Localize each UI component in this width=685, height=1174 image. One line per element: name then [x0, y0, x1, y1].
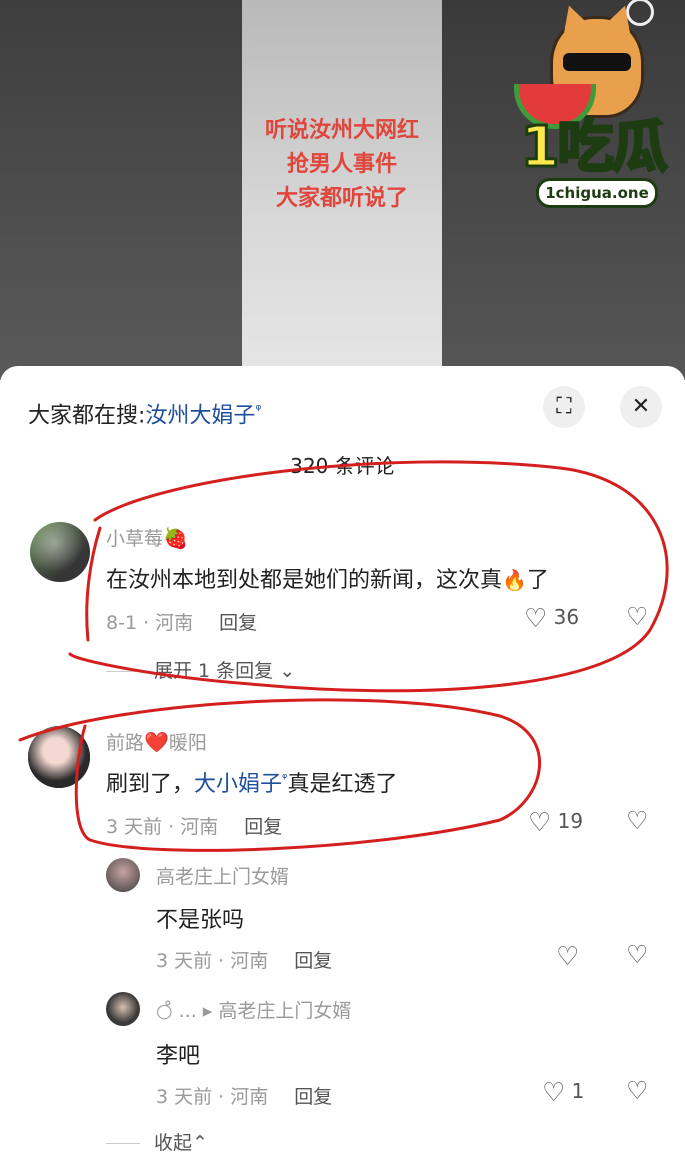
broken-heart-icon: ♡: [626, 806, 649, 835]
search-link[interactable]: 大小娟子: [194, 772, 282, 797]
reply-button[interactable]: 回复: [294, 1086, 332, 1108]
comment-username[interactable]: 小草莓🍓: [106, 524, 188, 551]
like-count: 1: [571, 1079, 585, 1103]
avatar[interactable]: [30, 522, 90, 582]
like-button[interactable]: ♡: [556, 942, 579, 972]
logo-text: 1吃瓜: [519, 115, 669, 180]
like-button[interactable]: ♡ 1: [542, 1078, 584, 1108]
avatar[interactable]: [106, 992, 140, 1026]
close-button[interactable]: ✕: [620, 386, 662, 428]
chevron-down-icon: ⌄: [273, 660, 296, 682]
reply-time: 3 天前 · 河南: [156, 950, 269, 972]
like-button[interactable]: ♡ 19: [528, 808, 583, 838]
comment-meta: 8-1 · 河南 回复: [106, 608, 257, 635]
comment-username[interactable]: 前路❤️暖阳: [106, 728, 207, 755]
expand-icon: ⛶: [556, 394, 572, 419]
expand-replies-button[interactable]: 展开 1 条回复 ⌄: [106, 656, 295, 683]
collapse-replies-button[interactable]: 收起⌃: [106, 1128, 208, 1155]
reply-button[interactable]: 回复: [219, 612, 257, 634]
heart-icon: ♡: [556, 942, 580, 972]
caption-line: 听说汝州大网红: [264, 118, 419, 143]
video-caption: 听说汝州大网红 抢男人事件 大家都听说了: [242, 114, 442, 216]
reply-meta: 3 天前 · 河南 回复: [156, 1082, 332, 1109]
comment-text: 刷到了，大小娟子ᵠ真是红透了: [106, 771, 398, 797]
avatar[interactable]: [28, 726, 90, 788]
divider: [106, 671, 140, 672]
comments-sheet: 大家都在搜:汝州大娟子ᵠ ⛶ ✕ 320 条评论 小草莓🍓 在汝州本地到处都是她…: [0, 366, 685, 1174]
reply-username[interactable]: 高老庄上门女婿: [156, 862, 289, 889]
dislike-button[interactable]: ♡: [626, 940, 648, 969]
like-button[interactable]: ♡ 36: [524, 604, 579, 634]
video-left-panel: [0, 0, 242, 380]
trending-search[interactable]: 大家都在搜:汝州大娟子ᵠ: [28, 390, 261, 430]
dislike-button[interactable]: ♡: [626, 806, 648, 835]
like-count: 36: [553, 605, 580, 629]
close-icon: ✕: [631, 394, 651, 419]
heart-emoji: ❤️: [144, 730, 169, 754]
dislike-button[interactable]: ♡: [626, 602, 648, 631]
reply-meta: 3 天前 · 河南 回复: [156, 946, 332, 973]
reply-arrow-icon: ▸: [202, 1000, 213, 1022]
reply-button[interactable]: 回复: [294, 950, 332, 972]
comment-meta: 3 天前 · 河南 回复: [106, 812, 282, 839]
caption-line: 抢男人事件: [286, 152, 397, 177]
fire-icon: 🔥: [502, 568, 527, 592]
reply-time: 3 天前 · 河南: [156, 1086, 269, 1108]
caption-line: 大家都听说了: [275, 186, 408, 211]
dislike-button[interactable]: ♡: [626, 1076, 648, 1105]
comment-time: 8-1 · 河南: [106, 612, 194, 634]
heart-icon: ♡: [528, 808, 552, 838]
sunglasses-icon: [563, 53, 631, 71]
reply-text: 不是张吗: [156, 908, 245, 933]
chevron-up-icon: ⌃: [192, 1132, 208, 1154]
reply-text: 李吧: [156, 1044, 201, 1069]
comment-count: 320 条评论: [290, 454, 395, 478]
broken-heart-icon: ♡: [626, 602, 649, 631]
reply-username[interactable]: ○̊ ... ▸ 高老庄上门女婿: [156, 996, 351, 1023]
trending-search-prefix: 大家都在搜:: [28, 403, 146, 429]
broken-heart-icon: ♡: [626, 1076, 649, 1105]
trending-search-term[interactable]: 汝州大娟子: [145, 403, 255, 428]
expand-button[interactable]: ⛶: [543, 386, 585, 428]
divider: [106, 1143, 140, 1144]
avatar[interactable]: [106, 858, 140, 892]
comment-text: 在汝州本地到处都是她们的新闻，这次真🔥了: [106, 568, 549, 593]
comment-time: 3 天前 · 河南: [106, 816, 219, 838]
brand-logo: 1吃瓜 1chigua.one: [508, 0, 678, 210]
reply-button[interactable]: 回复: [244, 816, 282, 838]
search-icon: ᵠ: [255, 402, 262, 418]
like-count: 19: [557, 809, 584, 833]
broken-heart-icon: ♡: [626, 940, 649, 969]
heart-icon: ♡: [542, 1078, 566, 1108]
heart-icon: ♡: [524, 604, 548, 634]
logo-url: 1chigua.one: [536, 178, 658, 208]
